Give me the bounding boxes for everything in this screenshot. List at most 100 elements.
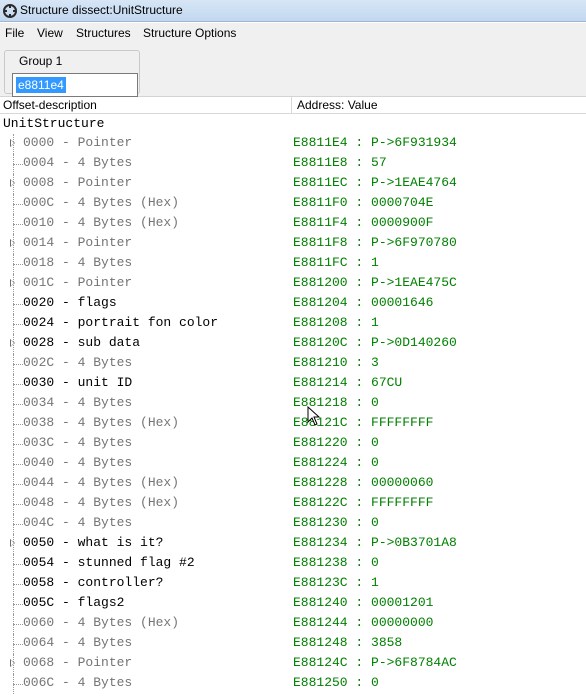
offset-description[interactable]: 005C - flags2 xyxy=(23,595,124,610)
root-node[interactable]: UnitStructure xyxy=(3,116,104,131)
address-value[interactable]: E881208 : 1 xyxy=(293,315,379,330)
address-column-header[interactable]: Address: Value xyxy=(297,98,378,112)
tree-row[interactable]: 0034 - 4 Bytes E881218 : 0 xyxy=(0,394,586,414)
tree-row[interactable]: 005C - flags2 E881240 : 00001201 xyxy=(0,594,586,614)
offset-description[interactable]: 004C - 4 Bytes xyxy=(23,515,132,530)
expand-arrow-icon[interactable] xyxy=(10,659,15,667)
structure-tree[interactable]: UnitStructure 0000 - Pointer E8811E4 : P-… xyxy=(0,114,586,696)
address-value[interactable]: E8811F4 : 0000900F xyxy=(293,215,433,230)
address-value[interactable]: E881228 : 00000060 xyxy=(293,475,433,490)
tree-row[interactable]: 0044 - 4 Bytes (Hex) E881228 : 00000060 xyxy=(0,474,586,494)
expand-arrow-icon[interactable] xyxy=(10,539,15,547)
column-divider[interactable] xyxy=(291,97,292,113)
tree-row[interactable]: 0054 - stunned flag #2 E881238 : 0 xyxy=(0,554,586,574)
offset-description[interactable]: 0050 - what is it? xyxy=(23,535,163,550)
offset-description[interactable]: 0038 - 4 Bytes (Hex) xyxy=(23,415,179,430)
address-value[interactable]: E8811EC : P->1EAE4764 xyxy=(293,175,457,190)
tree-row[interactable]: 0004 - 4 Bytes E8811E8 : 57 xyxy=(0,154,586,174)
tree-row[interactable]: 004C - 4 Bytes E881230 : 0 xyxy=(0,514,586,534)
offset-description[interactable]: 0040 - 4 Bytes xyxy=(23,455,132,470)
offset-description[interactable]: 0008 - Pointer xyxy=(23,175,132,190)
tree-row[interactable]: 0024 - portrait fon color E881208 : 1 xyxy=(0,314,586,334)
group-address-value[interactable]: e8811e4 xyxy=(16,77,66,93)
address-value[interactable]: E8811F0 : 0000704E xyxy=(293,195,433,210)
tree-row[interactable]: 0028 - sub data E88120C : P->0D140260 xyxy=(0,334,586,354)
tree-row[interactable]: 0060 - 4 Bytes (Hex) E881244 : 00000000 xyxy=(0,614,586,634)
menu-structures[interactable]: Structures xyxy=(76,26,131,40)
expand-arrow-icon[interactable] xyxy=(10,279,15,287)
menu-view[interactable]: View xyxy=(37,26,63,40)
tree-row[interactable]: 0030 - unit ID E881214 : 67CU xyxy=(0,374,586,394)
tree-row[interactable]: 0014 - Pointer E8811F8 : P->6F970780 xyxy=(0,234,586,254)
offset-description[interactable]: 0020 - flags xyxy=(23,295,117,310)
address-value[interactable]: E881250 : 0 xyxy=(293,675,379,690)
offset-description[interactable]: 003C - 4 Bytes xyxy=(23,435,132,450)
tree-row[interactable]: 0064 - 4 Bytes E881248 : 3858 xyxy=(0,634,586,654)
offset-description[interactable]: 000C - 4 Bytes (Hex) xyxy=(23,195,179,210)
offset-description[interactable]: 0060 - 4 Bytes (Hex) xyxy=(23,615,179,630)
tree-row[interactable]: 0058 - controller? E88123C : 1 xyxy=(0,574,586,594)
tree-row[interactable]: 0040 - 4 Bytes E881224 : 0 xyxy=(0,454,586,474)
address-value[interactable]: E88122C : FFFFFFFF xyxy=(293,495,433,510)
expand-arrow-icon[interactable] xyxy=(10,239,15,247)
tree-row[interactable]: 002C - 4 Bytes E881210 : 3 xyxy=(0,354,586,374)
tree-row[interactable]: 0068 - Pointer E88124C : P->6F8784AC xyxy=(0,654,586,674)
address-value[interactable]: E881244 : 00000000 xyxy=(293,615,433,630)
offset-description[interactable]: 001C - Pointer xyxy=(23,275,132,290)
tree-row[interactable]: 0010 - 4 Bytes (Hex) E8811F4 : 0000900F xyxy=(0,214,586,234)
address-value[interactable]: E881238 : 0 xyxy=(293,555,379,570)
address-value[interactable]: E88124C : P->6F8784AC xyxy=(293,655,457,670)
offset-description[interactable]: 0064 - 4 Bytes xyxy=(23,635,132,650)
offset-description[interactable]: 0058 - controller? xyxy=(23,575,163,590)
address-value[interactable]: E88123C : 1 xyxy=(293,575,379,590)
offset-description[interactable]: 006C - 4 Bytes xyxy=(23,675,132,690)
offset-description[interactable]: 0028 - sub data xyxy=(23,335,140,350)
tree-row[interactable]: 003C - 4 Bytes E881220 : 0 xyxy=(0,434,586,454)
offset-column-header[interactable]: Offset-description xyxy=(3,98,97,112)
menu-structure-options[interactable]: Structure Options xyxy=(143,26,236,40)
offset-description[interactable]: 0034 - 4 Bytes xyxy=(23,395,132,410)
tree-row[interactable]: 006C - 4 Bytes E881250 : 0 xyxy=(0,674,586,694)
offset-description[interactable]: 0024 - portrait fon color xyxy=(23,315,218,330)
address-value[interactable]: E881220 : 0 xyxy=(293,435,379,450)
offset-description[interactable]: 0014 - Pointer xyxy=(23,235,132,250)
offset-description[interactable]: 0054 - stunned flag #2 xyxy=(23,555,195,570)
offset-description[interactable]: 0018 - 4 Bytes xyxy=(23,255,132,270)
address-value[interactable]: E8811FC : 1 xyxy=(293,255,379,270)
offset-description[interactable]: 0010 - 4 Bytes (Hex) xyxy=(23,215,179,230)
address-value[interactable]: E881204 : 00001646 xyxy=(293,295,433,310)
address-value[interactable]: E8811F8 : P->6F970780 xyxy=(293,235,457,250)
address-value[interactable]: E881248 : 3858 xyxy=(293,635,402,650)
address-value[interactable]: E88120C : P->0D140260 xyxy=(293,335,457,350)
offset-description[interactable]: 0044 - 4 Bytes (Hex) xyxy=(23,475,179,490)
tree-row[interactable]: 0008 - Pointer E8811EC : P->1EAE4764 xyxy=(0,174,586,194)
address-value[interactable]: E881224 : 0 xyxy=(293,455,379,470)
expand-arrow-icon[interactable] xyxy=(10,339,15,347)
offset-description[interactable]: 0004 - 4 Bytes xyxy=(23,155,132,170)
tree-row[interactable]: 0048 - 4 Bytes (Hex) E88122C : FFFFFFFF xyxy=(0,494,586,514)
address-value[interactable]: E8811E8 : 57 xyxy=(293,155,387,170)
offset-description[interactable]: 002C - 4 Bytes xyxy=(23,355,132,370)
tree-row[interactable]: 0050 - what is it? E881234 : P->0B3701A8 xyxy=(0,534,586,554)
address-value[interactable]: E881214 : 67CU xyxy=(293,375,402,390)
address-value[interactable]: E881200 : P->1EAE475C xyxy=(293,275,457,290)
expand-arrow-icon[interactable] xyxy=(10,139,15,147)
tree-row[interactable]: 001C - Pointer E881200 : P->1EAE475C xyxy=(0,274,586,294)
offset-description[interactable]: 0068 - Pointer xyxy=(23,655,132,670)
address-value[interactable]: E881210 : 3 xyxy=(293,355,379,370)
offset-description[interactable]: 0000 - Pointer xyxy=(23,135,132,150)
address-value[interactable]: E881240 : 00001201 xyxy=(293,595,433,610)
address-value[interactable]: E881218 : 0 xyxy=(293,395,379,410)
tree-row[interactable]: 000C - 4 Bytes (Hex) E8811F0 : 0000704E xyxy=(0,194,586,214)
tree-row[interactable]: 0000 - Pointer E8811E4 : P->6F931934 xyxy=(0,134,586,154)
tree-row[interactable]: 0020 - flags E881204 : 00001646 xyxy=(0,294,586,314)
address-value[interactable]: E8811E4 : P->6F931934 xyxy=(293,135,457,150)
address-value[interactable]: E881234 : P->0B3701A8 xyxy=(293,535,457,550)
offset-description[interactable]: 0048 - 4 Bytes (Hex) xyxy=(23,495,179,510)
offset-description[interactable]: 0030 - unit ID xyxy=(23,375,132,390)
tree-row[interactable]: 0018 - 4 Bytes E8811FC : 1 xyxy=(0,254,586,274)
address-value[interactable]: E881230 : 0 xyxy=(293,515,379,530)
tree-row[interactable]: 0038 - 4 Bytes (Hex) E88121C : FFFFFFFF xyxy=(0,414,586,434)
menu-file[interactable]: File xyxy=(5,26,24,40)
group-address-input[interactable]: e8811e4 xyxy=(12,73,138,97)
